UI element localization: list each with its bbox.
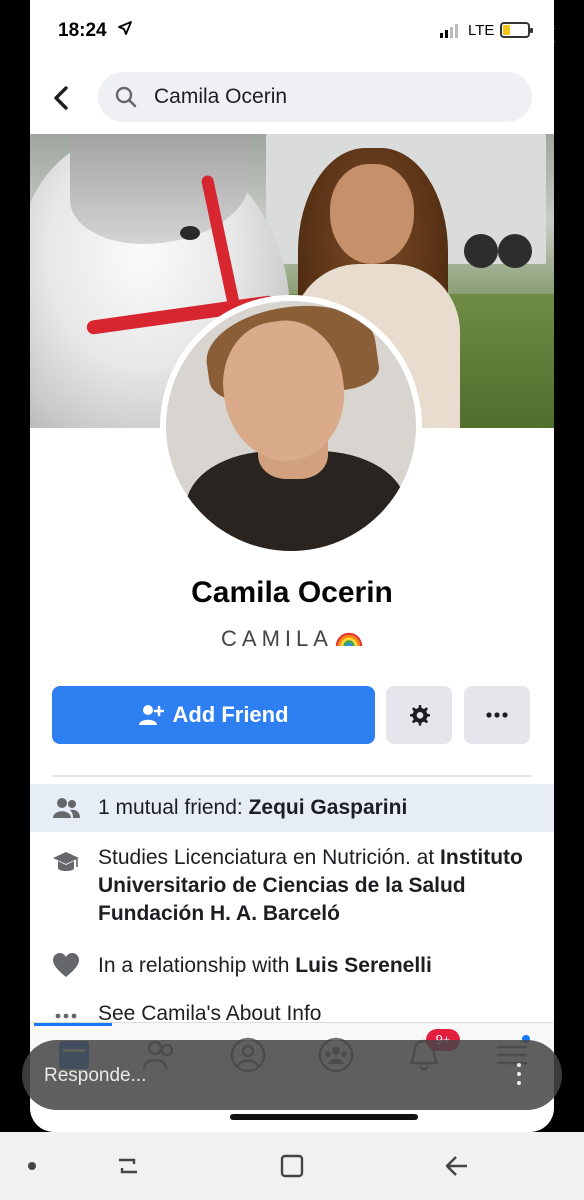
add-friend-label: Add Friend	[172, 702, 289, 727]
home-button-icon[interactable]	[276, 1150, 308, 1182]
search-query: Camila Ocerin	[154, 85, 288, 108]
search-input[interactable]: Camila Ocerin	[98, 72, 532, 122]
search-header: Camila Ocerin	[30, 62, 554, 134]
rainbow-icon	[335, 632, 363, 647]
home-indicator[interactable]	[230, 1114, 418, 1120]
reply-input[interactable]: Responde...	[22, 1040, 562, 1110]
mutual-friends-row[interactable]: 1 mutual friend: Zequi Gasparini	[30, 784, 554, 832]
add-friend-button[interactable]: Add Friend	[52, 686, 375, 744]
location-arrow-icon	[118, 21, 132, 35]
profile-name: Camila Ocerin	[191, 576, 393, 609]
graduation-cap-icon	[53, 852, 79, 871]
signal-icon	[440, 24, 458, 38]
education-row: Studies Licenciatura en Nutrición. at In…	[30, 842, 554, 932]
divider	[52, 775, 532, 777]
relationship-row: In a relationship with Luis Serenelli	[30, 950, 554, 986]
network-type: LTE	[468, 22, 495, 39]
back-arrow-icon[interactable]	[50, 84, 74, 112]
status-bar: 18:24 LTE	[30, 0, 554, 62]
battery-icon	[500, 22, 533, 38]
mutual-friend-link[interactable]: Zequi Gasparini	[249, 796, 408, 819]
more-vertical-icon[interactable]	[516, 1062, 522, 1086]
profile-nickname: CAMILA	[30, 626, 554, 652]
app-screen: 18:24 LTE Camila Ocerin Camila Ocerin CA…	[30, 0, 554, 1132]
active-tab-indicator	[34, 1023, 112, 1026]
reply-placeholder: Responde...	[44, 1065, 147, 1086]
partner-link[interactable]: Luis Serenelli	[295, 954, 432, 977]
dot-indicator-icon	[28, 1162, 36, 1170]
close-icon[interactable]	[540, 22, 556, 48]
recent-apps-icon[interactable]	[112, 1150, 144, 1182]
status-time: 18:24	[58, 20, 107, 41]
add-person-icon	[139, 705, 165, 725]
profile-picture[interactable]	[160, 295, 422, 557]
more-horizontal-icon	[486, 712, 508, 718]
search-icon	[115, 86, 137, 108]
back-icon[interactable]	[440, 1150, 472, 1182]
heart-icon	[53, 953, 79, 977]
android-navigation-bar	[0, 1132, 584, 1200]
settings-button[interactable]	[386, 686, 452, 744]
friends-icon	[53, 798, 80, 818]
gear-icon	[410, 705, 430, 726]
more-options-button[interactable]	[464, 686, 530, 744]
